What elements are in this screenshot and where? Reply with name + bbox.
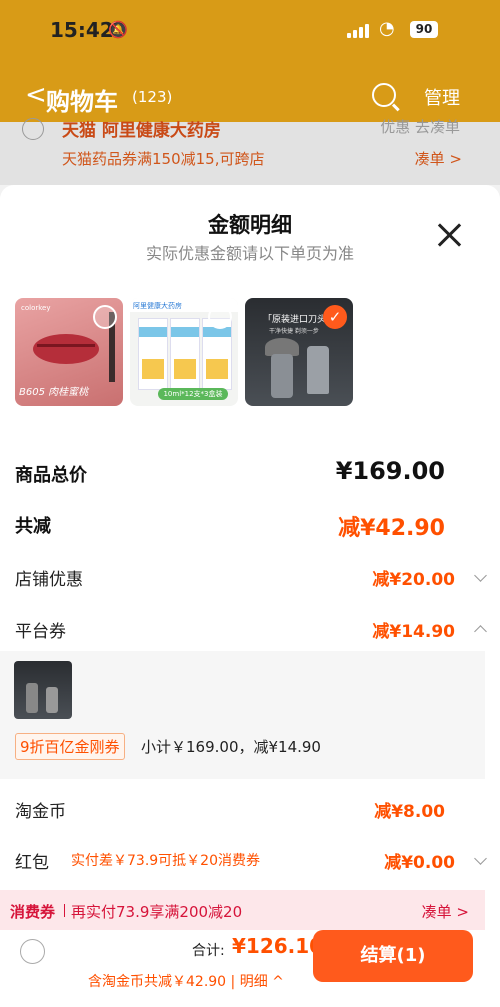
- checkout-bar: 合计: ¥126.10 含淘金币共减￥42.90 | 明细 ^ 结算(1): [0, 930, 500, 1007]
- red-packet-value: 减¥0.00: [384, 853, 455, 873]
- shop-discount-row[interactable]: 店铺优惠 减¥20.00: [15, 565, 487, 595]
- shop-checkbox[interactable]: [22, 118, 44, 140]
- status-time: 15:42: [50, 18, 114, 42]
- mute-bell-icon: 🔕: [108, 20, 128, 39]
- chevron-up-icon: [474, 625, 487, 638]
- brand-label: colorkey: [21, 304, 51, 312]
- shop-name: 天猫 阿里健康大药房: [62, 121, 221, 141]
- shop-discount-value: 减¥20.00: [372, 570, 455, 590]
- shop-right-text: 优惠 去凑单: [380, 118, 460, 136]
- medicine-box: [138, 318, 168, 390]
- divider: [64, 904, 65, 917]
- product-thumb-shaver[interactable]: 「原装进口刀头」 干净快捷 剃须一步 ✓: [245, 298, 353, 406]
- status-bar: 15:42 🔕 ◔ 90: [0, 0, 500, 60]
- discount-row: 共减 减¥42.90: [15, 512, 485, 542]
- checked-checkbox-icon[interactable]: ✓: [323, 305, 347, 329]
- coupon-detail-box: 9折百亿金刚券 小计￥169.00，减¥14.90: [0, 651, 485, 779]
- coin-label: 淘金币: [15, 802, 66, 822]
- voucher-cou-link[interactable]: 凑单 >: [422, 901, 469, 922]
- select-checkbox[interactable]: [93, 305, 117, 329]
- shaver-body: [271, 354, 293, 398]
- discount-value: 减¥42.90: [338, 516, 445, 541]
- shop-discount-label: 店铺优惠: [15, 570, 83, 590]
- chevron-down-icon: [474, 852, 487, 865]
- product-foot-label: 10ml*12支*3盒装: [158, 388, 228, 400]
- voucher-banner[interactable]: 消费券 再实付73.9享满200减20 凑单 >: [0, 890, 485, 930]
- select-checkbox[interactable]: [208, 305, 232, 329]
- page-title: 购物车: [46, 88, 118, 116]
- red-packet-note: 实付差￥73.9可抵￥20消费券: [71, 853, 260, 869]
- cart-count: (123): [132, 88, 173, 106]
- wifi-icon: ◔: [379, 18, 395, 39]
- signal-icon: [347, 22, 371, 38]
- back-icon[interactable]: <: [25, 80, 47, 110]
- medicine-box: [170, 318, 200, 390]
- close-icon[interactable]: [436, 221, 464, 249]
- shop-cou-link[interactable]: 凑单 >: [415, 148, 462, 169]
- sheet-subtitle: 实际优惠金额请以下单页为准: [145, 244, 354, 263]
- product-label: B605 肉桂蜜桃: [19, 387, 89, 398]
- cart-shop-row: 天猫 阿里健康大药房 优惠 去凑单 天猫药品券满150减15,可跨店 凑单 >: [0, 118, 500, 185]
- voucher-label: 消费券: [10, 903, 56, 921]
- amount-detail-sheet: 金额明细 实际优惠金额请以下单页为准 colorkey B605 肉桂蜜桃 阿里…: [0, 185, 500, 1007]
- product-thumb-medicine[interactable]: 阿里健康大药房 10ml*12支*3盒装: [130, 298, 238, 406]
- coin-row: 淘金币 减¥8.00: [15, 797, 485, 827]
- coupon-product-image: [14, 661, 72, 719]
- total-amount: ¥126.10: [232, 934, 324, 958]
- chevron-down-icon: [474, 569, 487, 582]
- platform-coupon-row[interactable]: 平台券 减¥14.90: [15, 617, 487, 647]
- battery-icon: 90: [410, 21, 438, 38]
- sheet-title: 金额明细: [208, 213, 292, 237]
- platform-coupon-label: 平台券: [15, 622, 66, 642]
- shop-promo: 天猫药品券满150减15,可跨店: [62, 150, 265, 168]
- checkout-button[interactable]: 结算(1): [313, 930, 473, 982]
- coin-value: 减¥8.00: [374, 802, 445, 822]
- coupon-tag: 9折百亿金刚券: [15, 733, 125, 760]
- coupon-subtotal-text: 小计￥169.00，减¥14.90: [141, 738, 321, 756]
- detail-link[interactable]: 含淘金币共减￥42.90 | 明细 ^: [88, 971, 284, 991]
- product-thumb-lipstick[interactable]: colorkey B605 肉桂蜜桃: [15, 298, 123, 406]
- total-label-footer: 合计:: [192, 943, 225, 959]
- discount-label: 共减: [15, 516, 51, 537]
- product-sublabel: 干净快捷 剃须一步: [269, 328, 319, 335]
- select-all-checkbox[interactable]: [20, 939, 45, 964]
- total-value: ¥169.00: [335, 457, 445, 485]
- search-icon[interactable]: [372, 83, 396, 107]
- red-packet-label: 红包: [15, 853, 49, 873]
- total-label: 商品总价: [15, 465, 87, 486]
- lips-image: [33, 334, 99, 364]
- total-row: 商品总价 ¥169.00: [15, 457, 485, 491]
- manage-button[interactable]: 管理: [424, 84, 460, 110]
- red-packet-row[interactable]: 红包 实付差￥73.9可抵￥20消费券 减¥0.00: [15, 848, 487, 878]
- nav-bar: < 购物车 (123) 管理: [0, 70, 500, 122]
- lips-line: [37, 344, 95, 347]
- voucher-text: 再实付73.9享满200减20: [71, 903, 243, 921]
- shaver-stand: [307, 346, 329, 394]
- platform-coupon-value: 减¥14.90: [372, 622, 455, 642]
